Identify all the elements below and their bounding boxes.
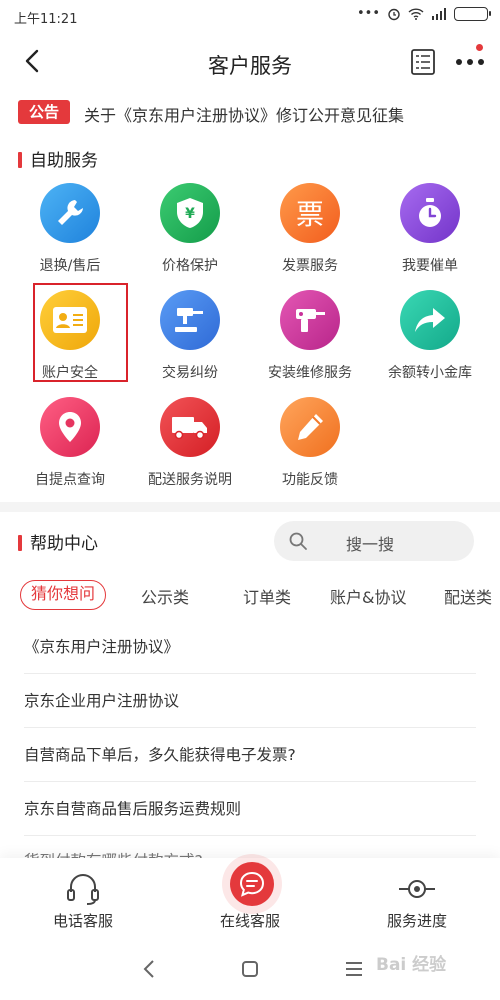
- chat-bubble-icon[interactable]: [230, 862, 274, 906]
- watermark: Bai 经验: [376, 955, 447, 975]
- phone-service-button[interactable]: 电话客服: [8, 858, 158, 938]
- service-label: 配送服务说明: [148, 472, 232, 488]
- location-pin-icon: [40, 397, 100, 457]
- share-arrow-icon: [400, 290, 460, 350]
- battery-icon: [454, 6, 491, 21]
- section-marker: [18, 152, 22, 168]
- phone-service-label: 电话客服: [52, 912, 113, 930]
- tab-public[interactable]: 公示类: [141, 584, 189, 608]
- drill-icon: [280, 290, 340, 350]
- svg-text:¥: ¥: [185, 206, 195, 222]
- status-time: 上午11:21: [14, 12, 78, 27]
- service-label: 功能反馈: [282, 472, 338, 488]
- wrench-icon: [40, 183, 100, 243]
- tab-order[interactable]: 订单类: [243, 584, 291, 608]
- alarm-icon: [388, 8, 400, 20]
- faq-item[interactable]: 自营商品下单后，多久能获得电子发票?: [24, 728, 476, 782]
- gavel-icon: [160, 290, 220, 350]
- self-service-title: 自助服务: [18, 146, 98, 171]
- help-center-title-text: 帮助中心: [30, 534, 98, 554]
- service-label: 安装维修服务: [268, 365, 352, 381]
- truck-icon: [160, 397, 220, 457]
- notice-text[interactable]: 关于《京东用户注册协议》修订公开意见征集: [84, 102, 404, 126]
- signal-icon: [432, 7, 446, 20]
- system-back-icon[interactable]: [138, 958, 162, 980]
- service-pickup-query[interactable]: 自提点查询: [10, 397, 130, 503]
- shield-yen-icon: ¥: [160, 183, 220, 243]
- tab-guess[interactable]: 猜你想问: [20, 580, 107, 610]
- wifi-icon: [408, 7, 424, 20]
- online-service-label: 在线客服: [219, 912, 280, 930]
- service-progress-button[interactable]: 服务进度: [342, 858, 492, 938]
- notification-badge: [476, 44, 483, 51]
- tab-delivery[interactable]: 配送类: [444, 584, 492, 608]
- faq-item[interactable]: 《京东用户注册协议》: [24, 620, 476, 674]
- service-label: 自提点查询: [35, 472, 105, 488]
- section-marker: [18, 535, 22, 551]
- bottom-bar: 电话客服 在线客服 服务进度: [0, 858, 500, 938]
- nav-bar: 客户服务: [0, 34, 500, 90]
- service-price-protect[interactable]: ¥ 价格保护: [130, 183, 250, 289]
- service-label: 退换/售后: [39, 258, 101, 274]
- timer-icon: [400, 183, 460, 243]
- service-label: 余额转小金库: [388, 365, 472, 381]
- search-placeholder: 搜一搜: [346, 535, 395, 554]
- service-label: 价格保护: [162, 258, 218, 274]
- service-balance-transfer[interactable]: 余额转小金库: [370, 290, 490, 396]
- service-progress-label: 服务进度: [386, 912, 447, 930]
- status-icons: •••: [356, 6, 491, 21]
- service-feedback[interactable]: 功能反馈: [250, 397, 370, 503]
- headset-icon: [67, 874, 99, 905]
- status-bar: 上午11:21 •••: [0, 0, 500, 34]
- self-service-title-text: 自助服务: [30, 151, 98, 171]
- help-center-title: 帮助中心: [18, 529, 98, 554]
- invoice-icon: 票: [280, 183, 340, 243]
- search-input[interactable]: 搜一搜: [274, 521, 474, 561]
- service-install-repair[interactable]: 安装维修服务: [250, 290, 370, 396]
- more-icon[interactable]: [454, 54, 486, 70]
- service-delivery-info[interactable]: 配送服务说明: [130, 397, 250, 503]
- highlight-annotation-box: [33, 283, 128, 382]
- tab-account[interactable]: 账户&协议: [330, 584, 406, 608]
- service-urge-order[interactable]: 我要催单: [370, 183, 490, 289]
- system-menu-icon[interactable]: [342, 958, 366, 980]
- faq-item[interactable]: 京东企业用户注册协议: [24, 674, 476, 728]
- checklist-icon[interactable]: [410, 48, 436, 76]
- notice-bar[interactable]: 公告 关于《京东用户注册协议》修订公开意见征集: [0, 96, 500, 130]
- service-label: 我要催单: [402, 258, 458, 274]
- invoice-glyph: 票: [295, 198, 324, 231]
- notice-tag: 公告: [18, 100, 70, 124]
- service-invoice[interactable]: 票 发票服务: [250, 183, 370, 289]
- section-divider: [0, 502, 500, 512]
- notification-dots-icon: •••: [356, 6, 380, 21]
- service-trade-dispute[interactable]: 交易纠纷: [130, 290, 250, 396]
- search-icon: [289, 532, 307, 550]
- pencil-icon: [280, 397, 340, 457]
- faq-item[interactable]: 京东自营商品售后服务运费规则: [24, 782, 476, 836]
- service-label: 交易纠纷: [162, 365, 218, 381]
- service-return-aftersale[interactable]: 退换/售后: [10, 183, 130, 289]
- progress-icon: [399, 880, 435, 898]
- system-home-icon[interactable]: [238, 958, 262, 980]
- category-tabs: 猜你想问 公示类 订单类 账户&协议 配送类: [0, 580, 500, 616]
- service-label: 发票服务: [282, 258, 338, 274]
